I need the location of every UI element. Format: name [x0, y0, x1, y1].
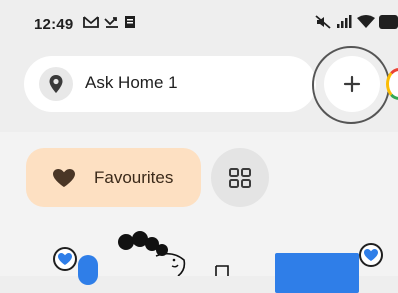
favourites-label: Favourites [94, 168, 174, 187]
top-bar: Ask Home 1 [0, 46, 398, 132]
grid-view-button[interactable] [211, 148, 269, 207]
favourites-chip[interactable]: Favourites [26, 148, 201, 207]
wifi-icon [357, 15, 375, 28]
device-card-image [275, 253, 359, 293]
illustration-blue-shape [78, 255, 98, 285]
home-content: Favourites [0, 132, 398, 293]
heart-icon [53, 169, 75, 187]
signal-icon [337, 15, 352, 28]
ask-home-search[interactable]: Ask Home 1 [24, 56, 316, 112]
location-pin-icon [39, 67, 73, 101]
grid-view-icon [229, 168, 251, 188]
message-icon [125, 16, 135, 28]
tap-highlight-ring [312, 46, 390, 124]
heart-icon [58, 253, 72, 265]
status-time: 12:49 [34, 16, 74, 33]
mute-icon [315, 15, 331, 29]
search-label: Ask Home 1 [85, 73, 178, 92]
heart-icon [364, 249, 378, 261]
favourite-badge-right[interactable] [359, 243, 383, 267]
gmail-icon [83, 16, 99, 28]
person-illustration [118, 231, 229, 276]
favourite-badge-left[interactable] [53, 247, 77, 271]
missed-call-icon [104, 17, 118, 28]
battery-icon [379, 15, 398, 29]
status-bar: 12:49 [0, 0, 398, 46]
